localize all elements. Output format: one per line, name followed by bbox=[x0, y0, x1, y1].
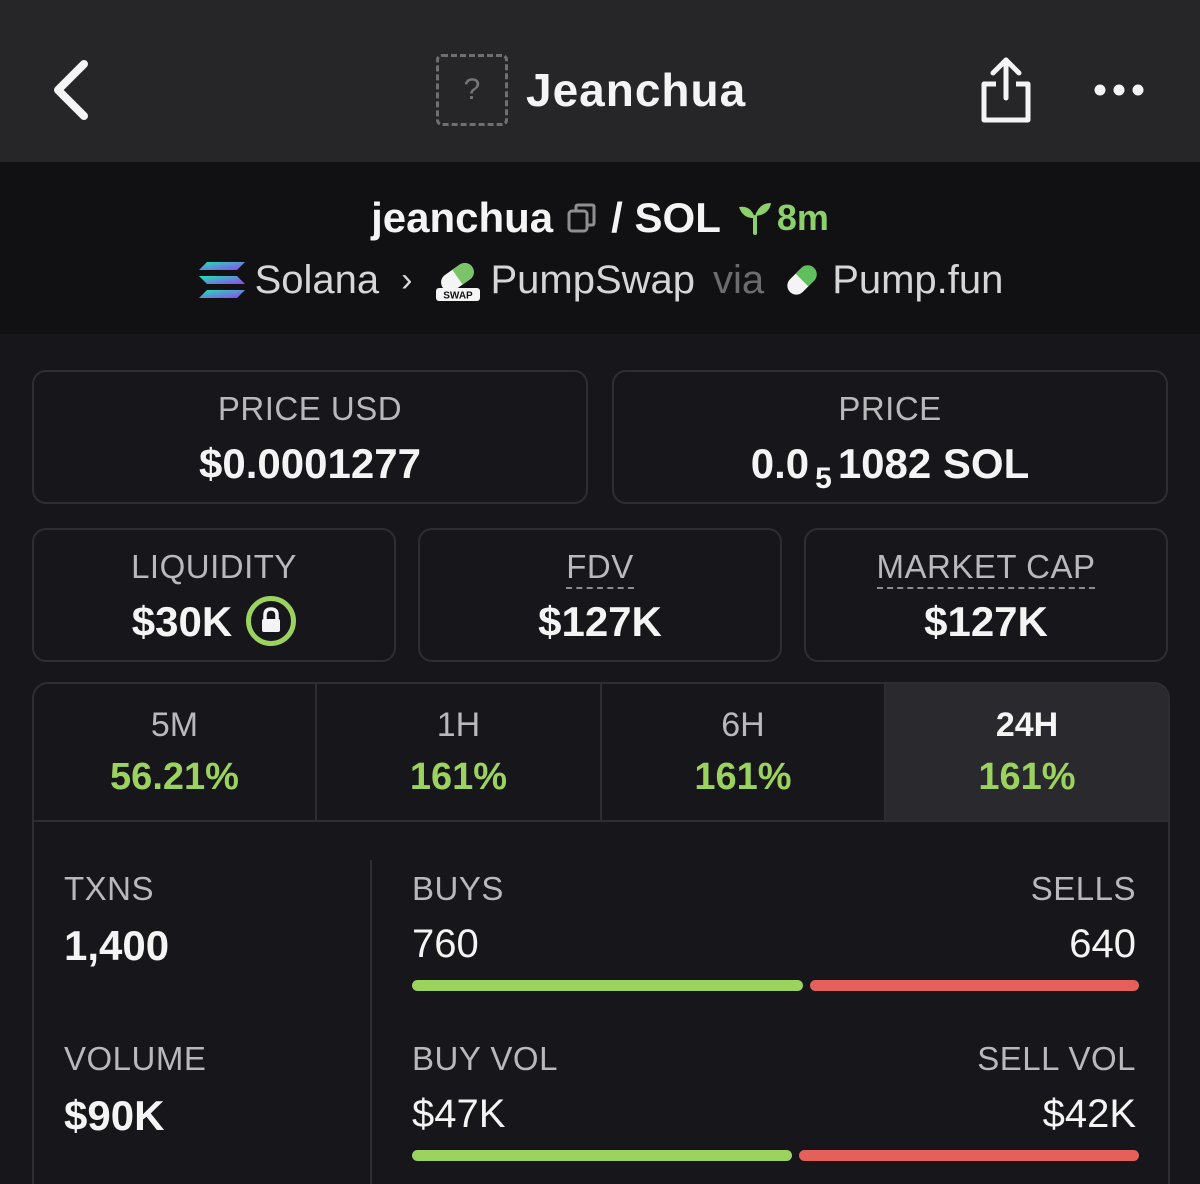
chevron-left-icon bbox=[54, 60, 88, 120]
liquidity-value: $30K bbox=[131, 598, 233, 645]
sell-vol-value: $42K bbox=[1042, 1092, 1136, 1136]
token-title: ? Jeanchua bbox=[436, 54, 746, 126]
pair-base-symbol: jeanchua bbox=[371, 194, 554, 241]
tab-change: 161% bbox=[409, 756, 508, 798]
pair-age: 8m bbox=[737, 197, 829, 239]
copy-icon[interactable] bbox=[565, 201, 599, 235]
pumpswap-pill-icon: SWAP bbox=[436, 263, 481, 302]
share-button[interactable] bbox=[976, 54, 1036, 126]
buys-label: BUYS bbox=[412, 870, 504, 907]
more-horizontal-icon bbox=[1094, 84, 1144, 96]
market-cap-card: MARKET CAP $127K bbox=[804, 528, 1168, 662]
tab-5m[interactable]: 5M 56.21% bbox=[34, 684, 315, 822]
market-cap-label-wrap: MARKET CAP bbox=[806, 548, 1166, 589]
sell-vol-bar bbox=[799, 1150, 1139, 1161]
sells-bar bbox=[810, 980, 1139, 991]
share-icon bbox=[981, 57, 1031, 123]
liquidity-card: LIQUIDITY $30K bbox=[32, 528, 396, 662]
pair-quote-symbol: / SOL bbox=[611, 194, 721, 241]
dex-badge-text: SWAP bbox=[444, 291, 474, 302]
tab-1h[interactable]: 1H 161% bbox=[315, 684, 600, 822]
buy-vol-label: BUY VOL bbox=[412, 1040, 558, 1077]
tab-label: 24H bbox=[995, 706, 1059, 744]
top-nav-bar: ? Jeanchua bbox=[0, 0, 1200, 162]
buy-vol-bar bbox=[412, 1150, 792, 1161]
tab-label: 6H bbox=[721, 706, 765, 744]
volume-value: $90K bbox=[64, 1092, 165, 1139]
liquidity-value-row: $30K bbox=[34, 595, 394, 650]
fdv-value: $127K bbox=[538, 598, 662, 645]
back-button[interactable] bbox=[44, 58, 100, 122]
market-cap-label[interactable]: MARKET CAP bbox=[876, 548, 1096, 589]
buys-value: 760 bbox=[412, 922, 479, 966]
buy-vol-value: $47K bbox=[412, 1092, 506, 1136]
price-zero-count: 5 bbox=[815, 462, 832, 495]
chain-link[interactable]: Solana bbox=[255, 258, 380, 303]
tab-6h[interactable]: 6H 161% bbox=[600, 684, 884, 822]
price-suffix: 1082 SOL bbox=[837, 440, 1030, 487]
price-usd-value: $0.0001277 bbox=[199, 440, 421, 487]
launchpad-link[interactable]: Pump.fun bbox=[832, 258, 1003, 303]
sell-vol-label: SELL VOL bbox=[977, 1040, 1136, 1077]
price-native-value: 0.0 5 1082 SOL bbox=[614, 440, 1166, 495]
fdv-label[interactable]: FDV bbox=[566, 548, 634, 589]
price-native-label: PRICE bbox=[838, 390, 942, 427]
tab-label: 1H bbox=[436, 706, 481, 744]
activity-panel: TXNS 1,400 VOLUME $90K BUYS SELLS 760 64… bbox=[32, 820, 1170, 1184]
buys-bar bbox=[412, 980, 803, 991]
more-options-button[interactable] bbox=[1090, 72, 1150, 108]
tab-change: 161% bbox=[694, 756, 792, 798]
lock-icon[interactable] bbox=[246, 595, 297, 646]
txns-label: TXNS bbox=[64, 870, 155, 907]
price-prefix: 0.0 bbox=[750, 440, 810, 487]
timeframe-tabs: 5M 56.21% 1H 161% 6H 161% 24H 161% bbox=[32, 682, 1170, 822]
market-cap-value: $127K bbox=[924, 598, 1048, 645]
txns-value: 1,400 bbox=[64, 922, 170, 969]
pair-info-band: jeanchua / SOL 8m Solana › SWAP PumpSwap… bbox=[0, 162, 1200, 334]
chain-breadcrumb: Solana › SWAP PumpSwap via Pump.fun bbox=[0, 254, 1200, 306]
fdv-label-wrap: FDV bbox=[420, 548, 780, 589]
token-image-placeholder: ? bbox=[436, 54, 508, 126]
sells-value: 640 bbox=[1069, 922, 1136, 966]
tab-change: 56.21% bbox=[110, 756, 239, 798]
solana-logo-icon bbox=[198, 262, 245, 298]
tab-24h[interactable]: 24H 161% bbox=[884, 684, 1168, 822]
liquidity-label: LIQUIDITY bbox=[131, 548, 297, 585]
tab-change: 161% bbox=[978, 756, 1076, 798]
pair-title-row: jeanchua / SOL 8m bbox=[0, 190, 1200, 246]
fdv-card: FDV $127K bbox=[418, 528, 782, 662]
tab-label: 5M bbox=[150, 706, 199, 744]
panel-divider bbox=[370, 860, 372, 1184]
volume-label: VOLUME bbox=[64, 1040, 207, 1077]
price-native-card: PRICE 0.0 5 1082 SOL bbox=[612, 370, 1168, 504]
price-usd-card: PRICE USD $0.0001277 bbox=[32, 370, 588, 504]
sprout-icon bbox=[738, 203, 771, 235]
price-usd-label: PRICE USD bbox=[217, 390, 403, 427]
via-label: via bbox=[713, 257, 765, 302]
pair-age-value: 8m bbox=[776, 197, 829, 238]
dex-link[interactable]: PumpSwap bbox=[490, 258, 695, 303]
chevron-right-icon: › bbox=[401, 260, 413, 299]
pill-icon bbox=[787, 265, 817, 295]
sells-label: SELLS bbox=[1030, 870, 1136, 907]
page-title: Jeanchua bbox=[526, 64, 747, 116]
